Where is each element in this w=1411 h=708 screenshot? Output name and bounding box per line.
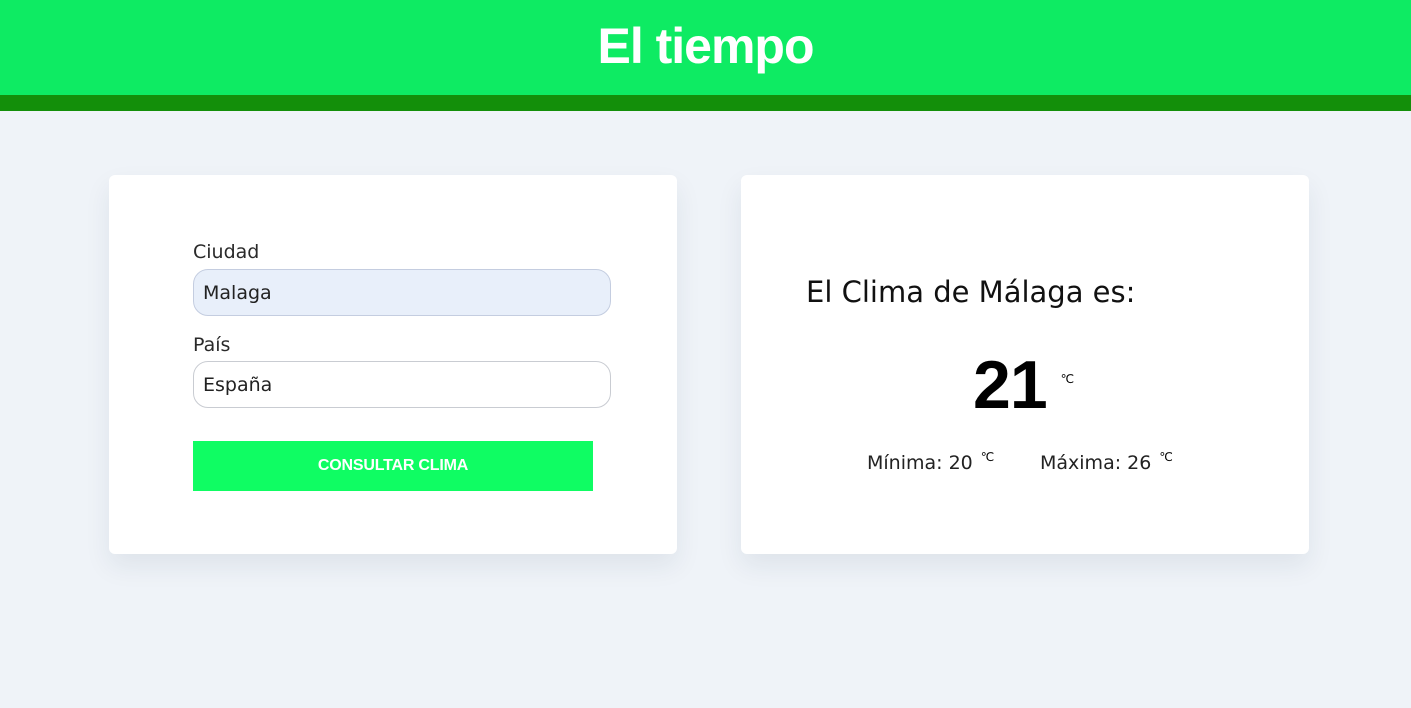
result-heading: El Clima de Málaga es: xyxy=(806,275,1136,309)
current-temperature: 21 ℃ xyxy=(973,347,1074,423)
check-weather-button[interactable]: CONSULTAR CLIMA xyxy=(193,441,593,491)
app-title: El tiempo xyxy=(597,17,814,74)
weather-result-card: El Clima de Málaga es: 21 ℃ Mínima: 20 ℃… xyxy=(741,175,1309,554)
temperature-value: 21 xyxy=(973,347,1048,423)
min-temperature-unit: ℃ xyxy=(980,450,995,464)
city-label: Ciudad xyxy=(193,241,260,263)
min-temperature: Mínima: 20 ℃ xyxy=(867,450,995,474)
max-temperature-unit: ℃ xyxy=(1159,450,1173,464)
city-input[interactable] xyxy=(193,269,611,316)
header-accent-strip xyxy=(0,95,1411,111)
search-form-card: Ciudad País CONSULTAR CLIMA xyxy=(109,175,677,554)
country-input[interactable] xyxy=(193,361,611,408)
max-temperature: Máxima: 26 ℃ xyxy=(1040,450,1173,474)
app-header: El tiempo xyxy=(0,0,1411,95)
max-temperature-label: Máxima: 26 xyxy=(1040,452,1152,474)
country-label: País xyxy=(193,334,231,356)
temperature-unit: ℃ xyxy=(1060,372,1075,386)
min-temperature-label: Mínima: 20 xyxy=(867,452,973,474)
